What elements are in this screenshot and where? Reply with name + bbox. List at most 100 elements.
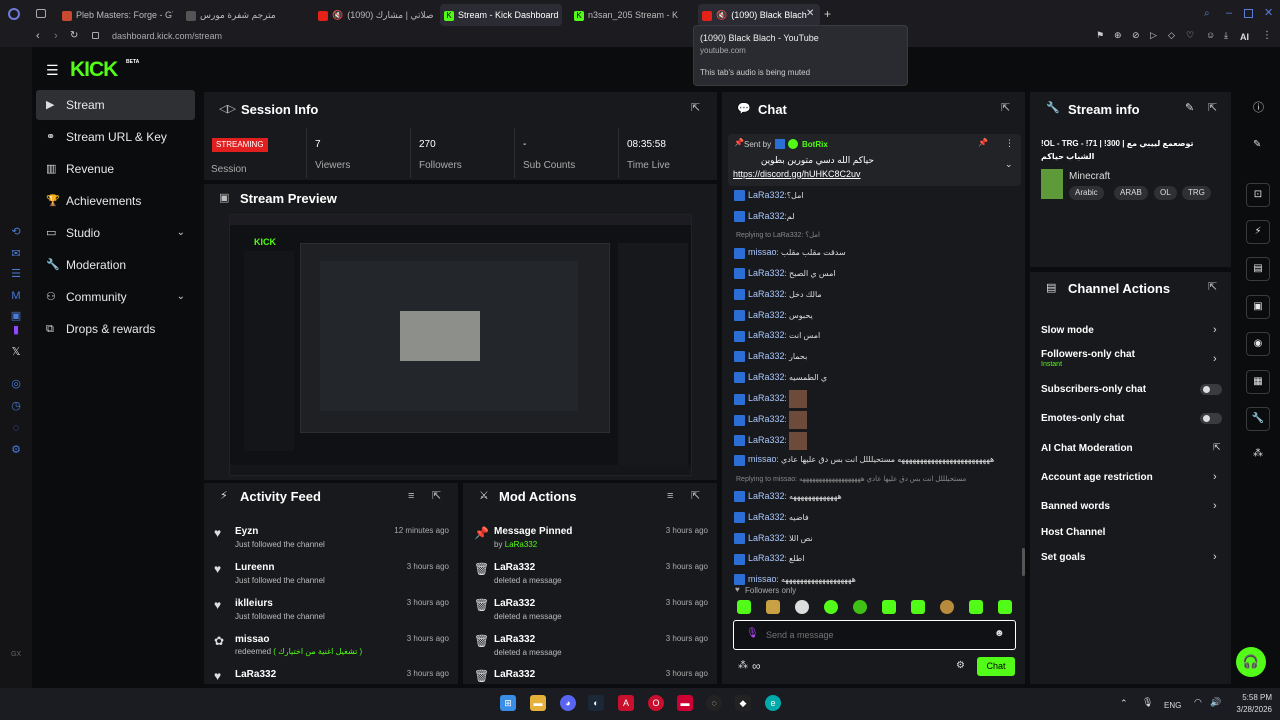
account-age-item[interactable]: Account age restriction [1041,472,1153,483]
chat-username[interactable]: LaRa332 [748,393,785,403]
search-tabs-icon[interactable]: ⌕ [1204,9,1210,19]
nav-item-revenue[interactable]: ▥ Revenue [36,154,195,184]
chevron-right-icon[interactable]: › [1213,501,1217,512]
tray-time[interactable]: 5:58 PM [1228,693,1272,702]
chat-username[interactable]: LaRa332 [748,351,785,361]
chat-username[interactable]: LaRa332 [748,491,785,501]
tray-language[interactable]: ENG [1164,701,1181,710]
chat-username[interactable]: missao [748,247,777,257]
chat-message[interactable]: LaRa332:لم [734,209,795,223]
tab-morse[interactable]: مترجم شفرة مورس [182,4,282,26]
edge-icon[interactable]: e [765,695,781,711]
forward-icon[interactable]: › [54,31,58,42]
category-name[interactable]: Minecraft [1069,171,1110,182]
close-window-icon[interactable]: ✕ [1264,8,1273,19]
emote-icon[interactable] [824,600,838,614]
popout-icon[interactable]: ⇱ [691,103,700,114]
mail-app-icon[interactable]: M [9,291,23,305]
chat-message[interactable]: LaRa332: امس ي الصبح [734,266,836,280]
tray-date[interactable]: 3/28/2026 [1224,705,1272,714]
emote-icon[interactable] [911,600,925,614]
bookmark-icon[interactable]: ⚑ [1096,31,1104,40]
chat-username[interactable]: LaRa332 [748,372,785,382]
ai-moderation-item[interactable]: AI Chat Moderation [1041,443,1133,454]
minimize-icon[interactable]: – [1226,8,1232,19]
pinned-link[interactable]: https://discord.gg/hUHKC8C2uv [733,169,861,179]
download-icon[interactable]: ⤓ [1224,31,1228,40]
extension-icon[interactable]: ◇ [1168,31,1175,40]
popout-icon[interactable]: ⇱ [1208,103,1217,114]
nav-item-stream-url-key[interactable]: ⚭ Stream URL & Key [36,122,195,152]
chat-message[interactable]: missao: هههههههههههههههههههههههههه مستحي… [734,452,994,466]
chat-message[interactable]: LaRa332: [734,431,807,450]
app-red-icon[interactable]: ▬ [677,695,693,711]
nav-item-drops-rewards[interactable]: ⧉ Drops & rewards [36,314,195,344]
history-app-icon[interactable]: ◷ [9,401,23,415]
chat-message[interactable]: LaRa332:امل؟ [734,188,804,202]
discord-icon[interactable]: ◕ [560,695,576,711]
gx-icon[interactable]: GX [9,651,23,665]
twitch-app-icon[interactable]: ▮ [9,325,23,339]
chat-scrollbar[interactable] [1022,548,1025,576]
chat-username[interactable]: LaRa332 [748,414,785,424]
muted-speaker-icon[interactable]: 🔇 [332,11,343,20]
tab-youtube-2[interactable]: 🔇 (1090) Black Blach [698,4,820,26]
layout-icon[interactable]: ⊡ [1246,183,1270,207]
chat-username[interactable]: LaRa332 [748,211,785,221]
external-link-icon[interactable]: ⇱ [1213,443,1221,452]
messenger-app-icon[interactable]: ◌ [9,423,23,437]
send-chat-button[interactable]: Chat [977,657,1015,676]
server-icon[interactable]: ▦ [1246,370,1270,394]
chat-extras-icon[interactable]: ⁂ [738,661,748,671]
chat-message[interactable]: LaRa332: اطلع [734,551,805,565]
file-explorer-icon[interactable]: ▬ [530,695,546,711]
nav-item-stream[interactable]: ▶ Stream [36,90,195,120]
apps-icon[interactable]: ⁂ [1253,449,1263,459]
edit-icon[interactable]: ✎ [1185,103,1194,114]
nav-item-moderation[interactable]: 🔧 Moderation [36,250,195,280]
pinned-user[interactable]: BotRix [802,140,828,149]
chat-message[interactable]: LaRa332: امس انت [734,328,820,342]
app-a-icon[interactable]: A [618,695,634,711]
close-tab-icon[interactable]: ✕ [806,9,814,19]
chat-username[interactable]: LaRa332 [748,289,785,299]
chat-username[interactable]: LaRa332 [748,553,785,563]
banned-words-item[interactable]: Banned words [1041,501,1110,512]
unpin-icon[interactable]: 📌 [978,139,988,147]
tray-mic-icon[interactable]: 🎙 [1142,698,1153,707]
chat-username[interactable]: LaRa332 [748,435,785,445]
app-dark-icon[interactable]: ◆ [735,695,751,711]
popout-icon[interactable]: ⇱ [1001,103,1010,114]
favorites-icon[interactable]: ♡ [1186,31,1194,40]
sidebar-toggle-icon[interactable] [36,9,46,18]
popout-icon[interactable]: ⇱ [691,491,700,502]
info-icon[interactable]: ⓘ [1253,103,1264,114]
popout-icon[interactable]: ⇱ [1208,282,1217,293]
filter-icon[interactable]: ≡ [667,491,673,502]
notes-icon[interactable]: ▤ [1246,257,1270,281]
emote-icon[interactable] [882,600,896,614]
bolt-icon[interactable]: ⚡ [1246,220,1270,244]
nav-item-achievements[interactable]: 🏆 Achievements [36,186,195,216]
maximize-icon[interactable] [1244,9,1253,18]
chat-message[interactable]: missao: هههههههههههههههههههه [734,572,856,586]
emote-icon[interactable] [969,600,983,614]
hamburger-menu-icon[interactable]: ☰ [46,63,59,77]
popout-icon[interactable]: ⇱ [432,491,441,502]
back-icon[interactable]: ‹ [36,31,40,42]
steam-icon[interactable]: ◐ [588,695,604,711]
tab-youtube-1[interactable]: 🔇 (1090) إلا صلاتي | مشارك [314,4,436,26]
category-thumbnail[interactable] [1041,169,1063,199]
pin-icon[interactable]: ⊕ [1114,31,1122,40]
chat-message[interactable]: LaRa332: [734,390,807,409]
more-options-icon[interactable]: ⋮ [1005,139,1014,148]
chat-message[interactable]: LaRa332: نص اللا [734,531,813,545]
refresh-app-icon[interactable]: ⟲ [9,227,23,241]
chat-username[interactable]: LaRa332 [748,268,785,278]
slow-mode-item[interactable]: Slow mode [1041,325,1094,336]
chat-message[interactable]: LaRa332: مالك دخل [734,287,822,301]
broadcast-icon[interactable]: ◉ [1246,332,1270,356]
app-circle-icon[interactable]: ◌ [706,695,722,711]
opera-gx-icon[interactable]: O [648,695,664,711]
chevron-right-icon[interactable]: › [1213,354,1217,365]
